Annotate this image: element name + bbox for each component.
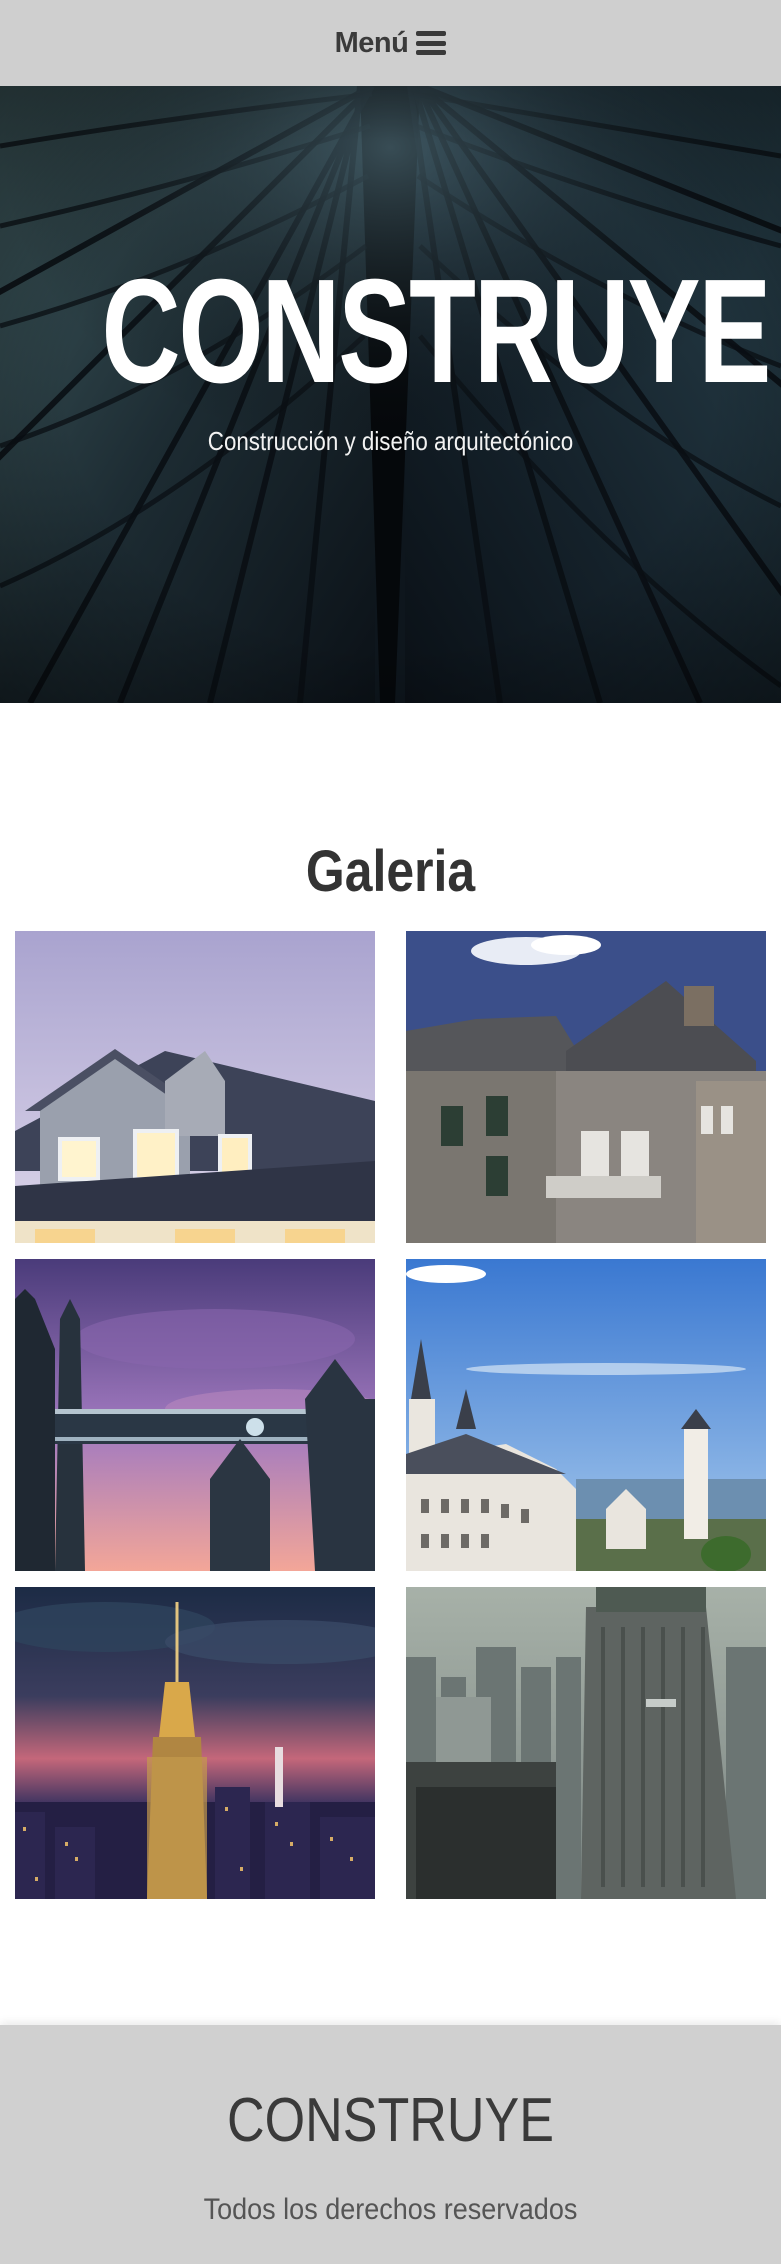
- footer-copyright: Todos los derechos reservados: [203, 2193, 578, 2226]
- gallery-image-house[interactable]: [15, 931, 375, 1243]
- gallery-image-bridge[interactable]: [15, 1259, 375, 1571]
- site-footer: CONSTRUYE Todos los derechos reservados: [0, 2025, 781, 2264]
- gallery-image-skyscraper[interactable]: [406, 1587, 766, 1899]
- menu-label: Menú: [334, 26, 409, 59]
- hero-title: CONSTRUYE: [101, 249, 772, 414]
- top-navigation-bar: Menú: [0, 0, 781, 86]
- gallery-image-castle[interactable]: [406, 1259, 766, 1571]
- hamburger-icon: [416, 31, 447, 55]
- gallery-title: Galeria: [305, 839, 476, 905]
- gallery-image-cottage[interactable]: [406, 931, 766, 1243]
- hero-subtitle: Construcción y diseño arquitectónico: [207, 426, 574, 456]
- footer-brand: CONSTRUYE: [227, 2086, 554, 2155]
- gallery-image-empire-state[interactable]: [15, 1587, 375, 1899]
- hero-banner: CONSTRUYE Construcción y diseño arquitec…: [0, 86, 781, 703]
- menu-button[interactable]: Menú: [335, 27, 447, 60]
